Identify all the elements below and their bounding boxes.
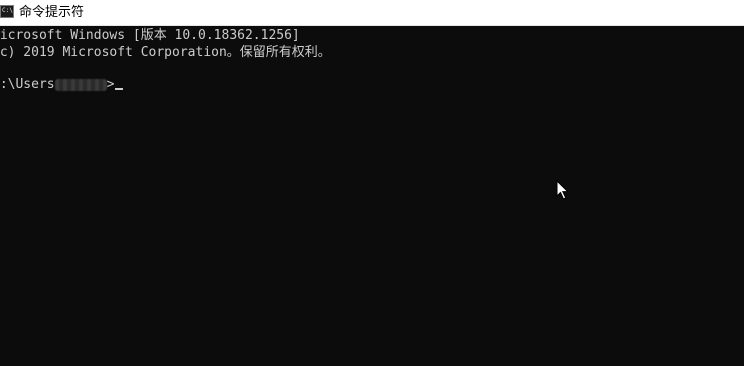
console-prompt-line: C:\Users > — [0, 77, 124, 93]
window-title: 命令提示符 — [19, 5, 85, 20]
redacted-username — [54, 78, 107, 91]
title-bar[interactable]: C:\ 命令提示符 — [0, 0, 744, 26]
cmd-icon-label: C:\ — [2, 7, 13, 14]
cmd-icon[interactable]: C:\ — [0, 5, 14, 18]
console-line-version: Microsoft Windows [版本 10.0.18362.1256] — [0, 28, 300, 43]
console-line-copyright: (c) 2019 Microsoft Corporation。保留所有权利。 — [0, 45, 331, 60]
console-area[interactable]: Microsoft Windows [版本 10.0.18362.1256] (… — [0, 27, 744, 366]
arrow-pointer-icon — [556, 180, 570, 200]
cmd-window: C:\ 命令提示符 Microsoft Windows [版本 10.0.183… — [0, 0, 744, 366]
text-caret — [115, 88, 124, 90]
prompt-symbol: > — [106, 77, 115, 92]
prompt-path: C:\Users — [0, 77, 55, 92]
